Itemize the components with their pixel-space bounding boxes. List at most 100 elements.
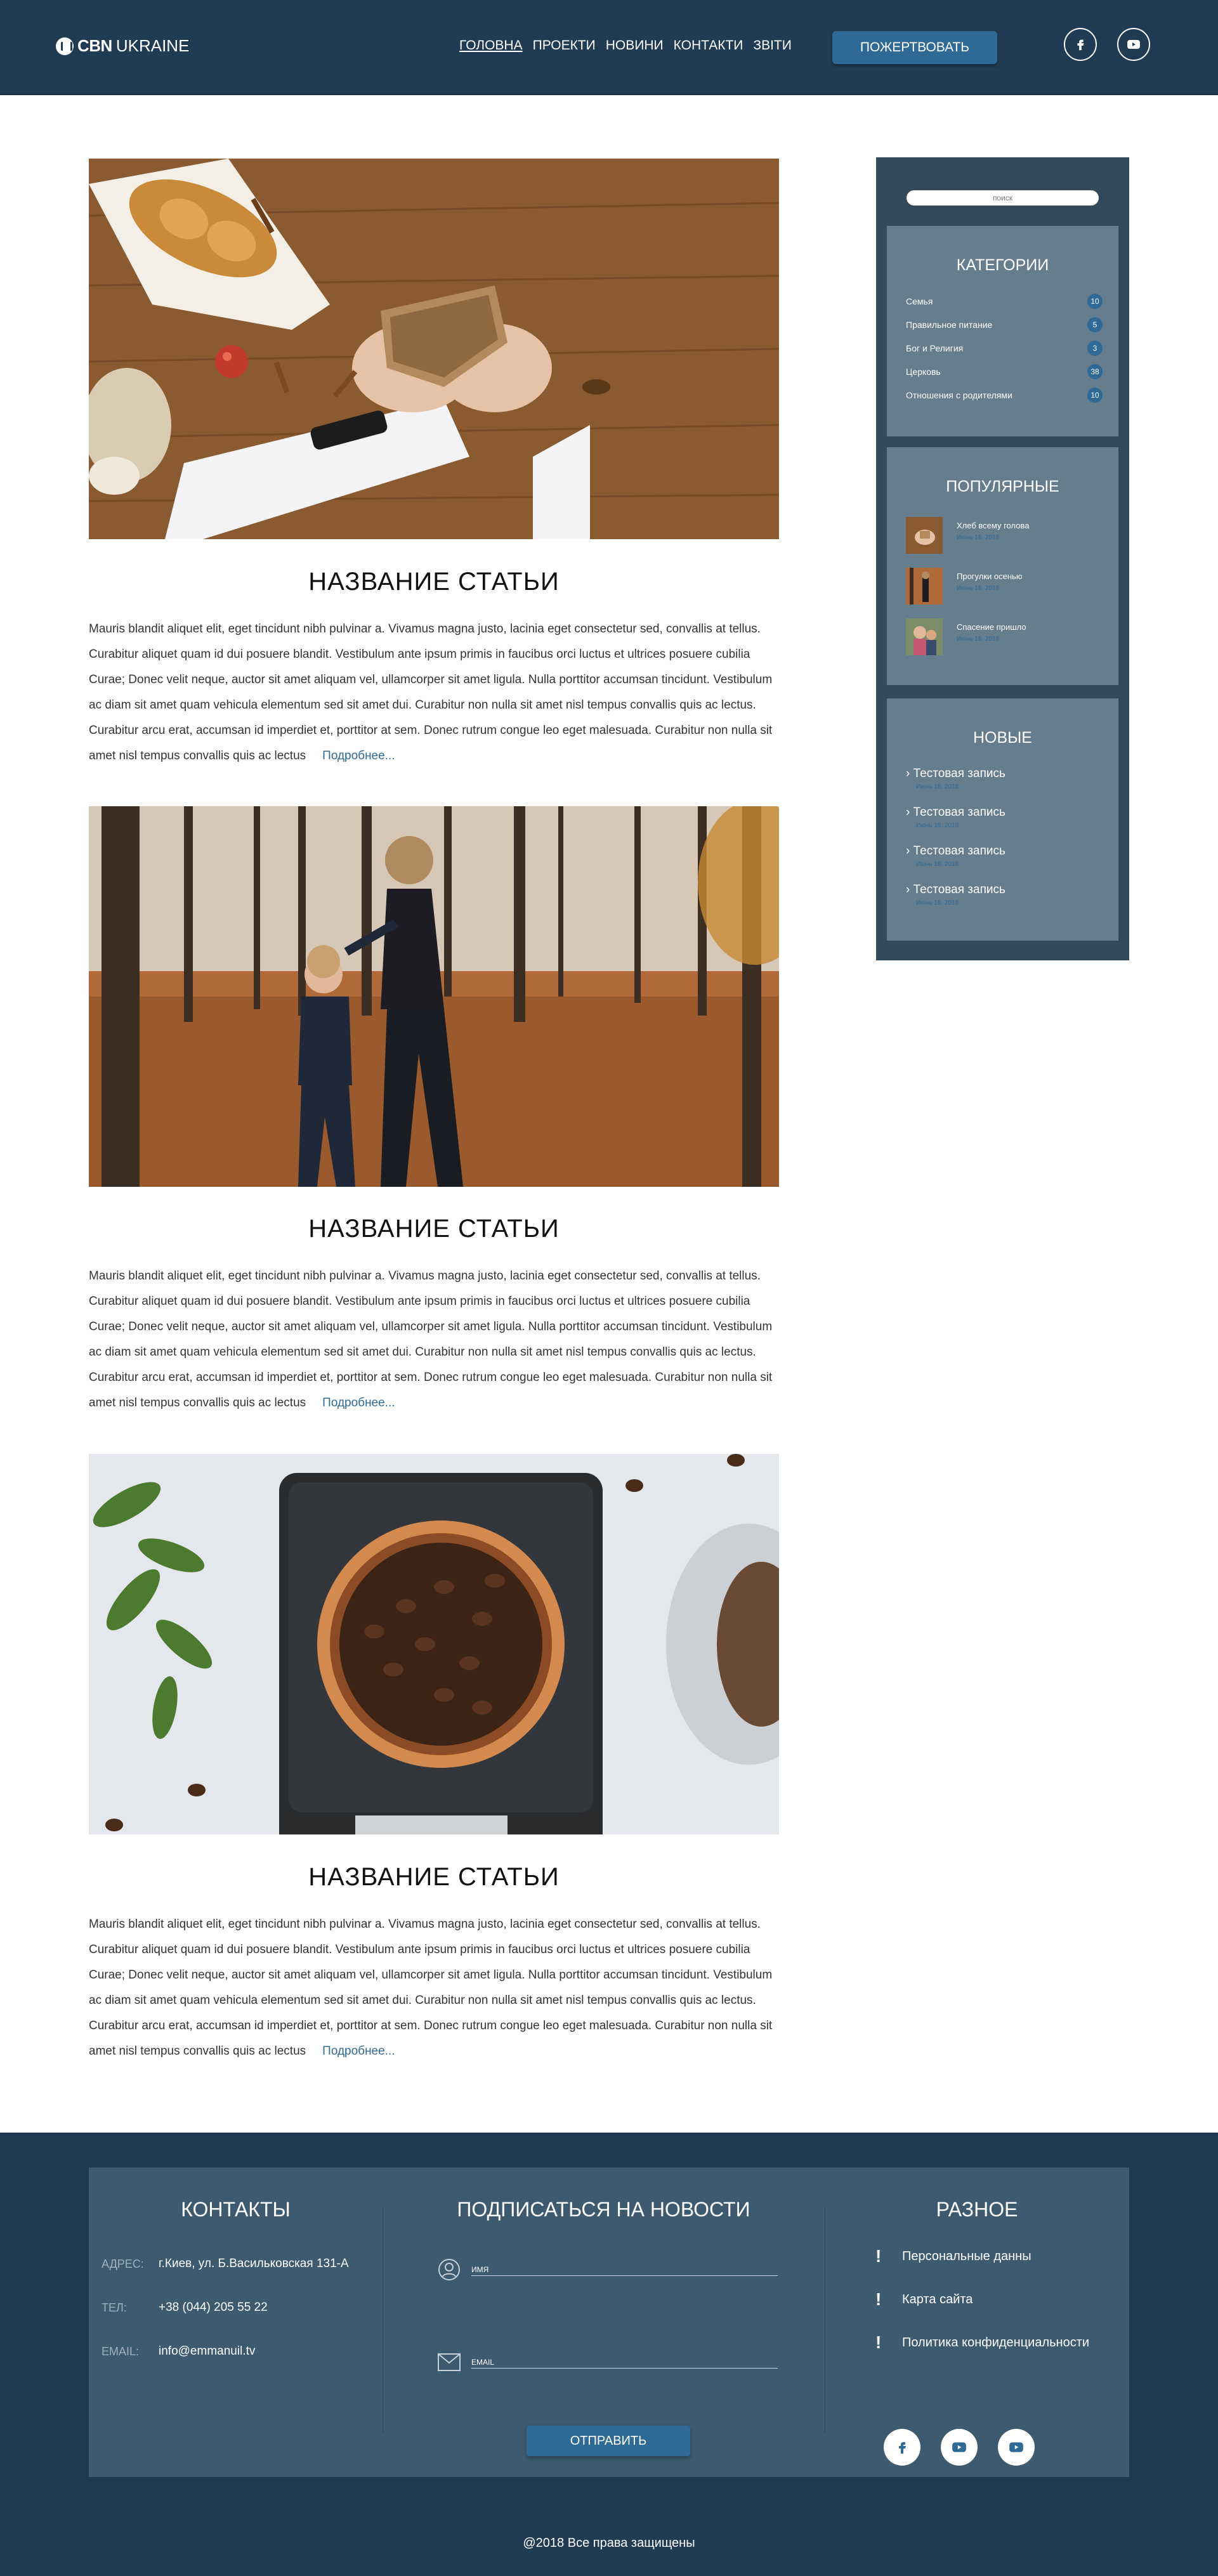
user-icon <box>438 2258 461 2284</box>
contacts-title: КОНТАКТЫ <box>181 2198 291 2221</box>
footer-link-label: Карта сайта <box>902 2292 973 2306</box>
facebook-icon[interactable] <box>1064 28 1097 61</box>
chevron-right-icon: › <box>906 806 914 819</box>
category-item[interactable]: Отношения с родителями 10 <box>906 387 1103 403</box>
popular-item[interactable]: Хлеб всему голова Июнь 18, 2018 <box>906 517 1029 554</box>
popular-item-title: Хлеб всему голова <box>957 521 1030 530</box>
article-title[interactable]: НАЗВАНИЕ СТАТЬИ <box>89 1863 779 1892</box>
email-field[interactable]: EMAIL <box>471 2346 778 2369</box>
footer-panel: КОНТАКТЫ АДРЕС: г.Киев, ул. Б.Васильковс… <box>89 2167 1129 2477</box>
facebook-icon[interactable] <box>884 2429 920 2466</box>
new-post-date: Июнь 18, 2018 <box>916 861 959 868</box>
footer-link[interactable]: ! Карта сайта <box>875 2289 972 2310</box>
address-label: АДРЕС: <box>102 2258 144 2270</box>
category-label: Отношения с родителями <box>906 390 1012 400</box>
chevron-right-icon: › <box>906 883 914 896</box>
category-count-badge: 10 <box>1087 388 1103 403</box>
site-footer: КОНТАКТЫ АДРЕС: г.Киев, ул. Б.Васильковс… <box>0 2133 1218 2511</box>
categories-panel: КАТЕГОРИИ Семья 10 Правильное питание 5 Бо… <box>887 226 1118 436</box>
article-title[interactable]: НАЗВАНИЕ СТАТЬИ <box>89 568 779 596</box>
popular-item[interactable]: Спасение пришло Июнь 18, 2018 <box>906 618 1026 655</box>
name-field[interactable]: ИМЯ <box>471 2253 778 2276</box>
footer-link[interactable]: ! Политика конфиденциальности <box>875 2332 1089 2353</box>
chevron-right-icon: › <box>906 844 914 858</box>
exclamation-icon: ! <box>875 2332 882 2352</box>
new-posts-panel: НОВЫЕ › Тестовая запись Июнь 18, 2018 › Т… <box>887 698 1118 941</box>
youtube-icon[interactable] <box>1117 28 1150 61</box>
sidebar: КАТЕГОРИИ Семья 10 Правильное питание 5 Бо… <box>876 157 1129 960</box>
email-value[interactable]: info@emmanuil.tv <box>159 2344 255 2358</box>
category-count-badge: 3 <box>1087 341 1103 356</box>
category-item[interactable]: Правильное питание 5 <box>906 317 1103 333</box>
article-excerpt: Mauris blandit aliquet elit, eget tincid… <box>89 617 779 769</box>
popular-thumbnail <box>906 517 943 554</box>
nav-item-reports[interactable]: ЗВІТИ <box>753 38 791 53</box>
category-count-badge: 10 <box>1087 294 1103 309</box>
article-image-forest[interactable] <box>89 806 779 1187</box>
phone-value[interactable]: +38 (044) 205 55 22 <box>159 2301 268 2315</box>
submit-button[interactable]: ОТПРАВИТЬ <box>527 2426 690 2456</box>
nav-item-projects[interactable]: ПРОЕКТИ <box>533 38 596 53</box>
popular-thumbnail <box>906 568 943 605</box>
new-post-title-text: Тестовая запись <box>913 844 1005 858</box>
misc-title: РАЗНОЕ <box>936 2198 1018 2221</box>
subscribe-title: ПОДПИСАТЬСЯ НА НОВОСТИ <box>457 2198 750 2221</box>
nav-item-news[interactable]: НОВИНИ <box>606 38 664 53</box>
new-post-title: › Тестовая запись <box>906 844 1109 858</box>
site-logo[interactable]: CBN UKRAINE <box>56 36 189 56</box>
popular-item[interactable]: Прогулки осенью Июнь 18, 2018 <box>906 568 1023 605</box>
popular-item-date: Июнь 18, 2018 <box>957 636 1000 643</box>
category-label: Семья <box>906 296 933 306</box>
category-count-badge: 5 <box>1087 317 1103 332</box>
popular-item-date: Июнь 18, 2018 <box>957 534 1000 541</box>
popular-thumbnail <box>906 618 943 655</box>
new-post-title-text: Тестовая запись <box>913 806 1005 819</box>
popular-item-title: Прогулки осенью <box>957 572 1023 581</box>
search-input[interactable] <box>907 190 1099 206</box>
address-value: г.Киев, ул. Б.Васильковская 131-А <box>159 2257 349 2270</box>
article-excerpt: Mauris blandit aliquet elit, eget tincid… <box>89 1264 779 1416</box>
new-post-date: Июнь 18, 2018 <box>916 899 959 906</box>
article-title[interactable]: НАЗВАНИЕ СТАТЬИ <box>89 1215 779 1243</box>
article-image-bread[interactable] <box>89 159 779 539</box>
footer-link-label: Персональные данны <box>902 2249 1031 2263</box>
phone-label: ТЕЛ: <box>102 2301 127 2314</box>
category-label: Правильное питание <box>906 320 993 330</box>
category-count-badge: 38 <box>1087 364 1103 379</box>
copyright-text: @2018 Все права защищены <box>0 2511 1218 2576</box>
new-post-title-text: Тестовая запись <box>913 767 1005 780</box>
exclamation-icon: ! <box>875 2289 882 2309</box>
read-more-link[interactable]: Подробнее... <box>322 2044 395 2058</box>
category-label: Церковь <box>906 367 941 377</box>
popular-item-date: Июнь 18, 2018 <box>957 585 1000 592</box>
article-body: Mauris blandit aliquet elit, eget tincid… <box>89 622 773 762</box>
new-post-title: › Тестовая запись <box>906 806 1109 820</box>
new-post-item[interactable]: › Тестовая запись Июнь 18, 2018 <box>906 883 1109 906</box>
name-field-placeholder: ИМЯ <box>471 2265 489 2274</box>
new-post-date: Июнь 18, 2018 <box>916 822 959 829</box>
new-post-date: Июнь 18, 2018 <box>916 783 959 790</box>
read-more-link[interactable]: Подробнее... <box>322 1396 395 1409</box>
nav-item-contacts[interactable]: КОНТАКТИ <box>674 38 743 53</box>
mail-icon <box>438 2353 461 2374</box>
youtube-icon[interactable] <box>998 2429 1035 2466</box>
nav-item-home[interactable]: ГОЛОВНА <box>459 38 523 53</box>
logo-text: UKRAINE <box>115 36 190 55</box>
new-post-title: › Тестовая запись <box>906 767 1109 781</box>
new-post-item[interactable]: › Тестовая запись Июнь 18, 2018 <box>906 844 1109 868</box>
logo-mark: CBN <box>77 36 112 55</box>
read-more-link[interactable]: Подробнее... <box>322 749 395 762</box>
category-item[interactable]: Церковь 38 <box>906 363 1103 380</box>
category-item[interactable]: Бог и Религия 3 <box>906 340 1103 356</box>
category-item[interactable]: Семья 10 <box>906 293 1103 310</box>
youtube-icon[interactable] <box>941 2429 978 2466</box>
article-image-coffee[interactable] <box>89 1454 779 1834</box>
donate-button[interactable]: ПОЖЕРТВОВАТЬ <box>832 31 997 64</box>
new-post-item[interactable]: › Тестовая запись Июнь 18, 2018 <box>906 767 1109 790</box>
new-post-item[interactable]: › Тестовая запись Июнь 18, 2018 <box>906 806 1109 829</box>
new-post-title-text: Тестовая запись <box>913 883 1005 896</box>
category-label: Бог и Религия <box>906 343 964 353</box>
footer-link[interactable]: ! Персональные данны <box>875 2246 1031 2266</box>
popular-title: ПОПУЛЯРНЫЕ <box>946 478 1059 495</box>
chevron-right-icon: › <box>906 767 914 780</box>
